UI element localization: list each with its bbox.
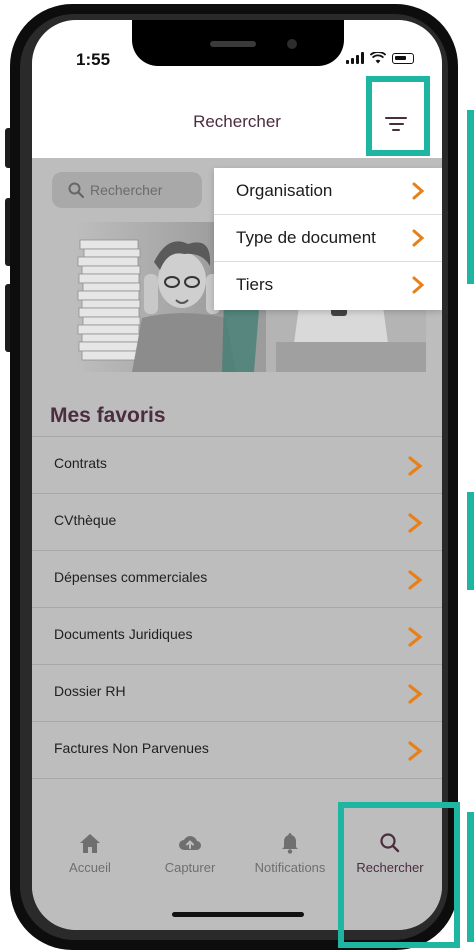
chevron-right-icon: [408, 684, 423, 704]
tab-capturer[interactable]: Capturer: [144, 832, 236, 875]
cloud-upload-icon: [179, 836, 202, 851]
search-input[interactable]: Rechercher: [52, 172, 202, 208]
favorite-item-documents-juridiques[interactable]: Documents Juridiques: [32, 608, 442, 665]
wifi-icon: [370, 52, 386, 64]
favorite-item-label: Documents Juridiques: [54, 626, 193, 642]
front-camera: [287, 39, 297, 49]
tab-notifications[interactable]: Notifications: [244, 832, 336, 875]
chevron-right-icon: [408, 570, 423, 590]
status-icons: [346, 52, 414, 64]
favorite-item-contrats[interactable]: Contrats: [32, 437, 442, 494]
status-time: 1:55: [76, 50, 111, 69]
chevron-right-icon: [412, 276, 425, 294]
chevron-right-icon: [412, 229, 425, 247]
favorite-item-label: Contrats: [54, 455, 107, 471]
favorite-item-cvtheque[interactable]: CVthèque: [32, 494, 442, 551]
tab-label: Capturer: [164, 860, 216, 875]
filter-option-label: Type de document: [236, 228, 376, 247]
favorites-list: Contrats CVthèque Dépenses commerciales …: [32, 436, 442, 779]
tab-accueil[interactable]: Accueil: [44, 832, 136, 875]
speaker: [210, 41, 256, 47]
cellular-signal-icon: [346, 52, 364, 64]
favorite-item-label: Factures Non Parvenues: [54, 740, 209, 756]
phone-screen: 1:55 Rechercher Rechercher Mes favoris C…: [32, 20, 442, 930]
filter-option-tiers[interactable]: Tiers: [214, 262, 442, 309]
chevron-right-icon: [408, 456, 423, 476]
favorite-item-label: Dépenses commerciales: [54, 569, 208, 585]
favorite-item-label: Dossier RH: [54, 683, 126, 699]
highlight-search-tab: [338, 802, 460, 948]
filter-option-label: Tiers: [236, 275, 274, 294]
favorite-item-factures-non-parvenues[interactable]: Factures Non Parvenues: [32, 722, 442, 779]
favorite-item-dossier-rh[interactable]: Dossier RH: [32, 665, 442, 722]
highlight-filter-button: [366, 76, 430, 156]
search-icon: [68, 182, 84, 198]
home-icon: [80, 834, 100, 853]
chevron-right-icon: [412, 182, 425, 200]
highlight-edge-marker-top: [467, 110, 474, 284]
chevron-right-icon: [408, 513, 423, 533]
favorites-title: Mes favoris: [50, 404, 166, 427]
favorite-item-label: CVthèque: [54, 512, 117, 528]
favorite-item-depenses-commerciales[interactable]: Dépenses commerciales: [32, 551, 442, 608]
chevron-right-icon: [408, 627, 423, 647]
chevron-right-icon: [408, 741, 423, 761]
home-indicator: [172, 912, 304, 917]
tab-label: Accueil: [69, 860, 111, 875]
notch: [132, 20, 344, 66]
highlight-edge-marker-bottom: [467, 812, 474, 942]
battery-icon: [392, 52, 414, 64]
bell-icon: [282, 833, 298, 854]
highlight-edge-marker-middle: [467, 492, 474, 590]
filter-option-type-de-document[interactable]: Type de document: [214, 215, 442, 262]
filter-option-organisation[interactable]: Organisation: [214, 168, 442, 215]
filter-dropdown-menu: Organisation Type de document Tiers: [214, 168, 442, 310]
filter-option-label: Organisation: [236, 181, 333, 200]
search-placeholder: Rechercher: [90, 182, 163, 198]
tab-label: Notifications: [254, 860, 326, 875]
